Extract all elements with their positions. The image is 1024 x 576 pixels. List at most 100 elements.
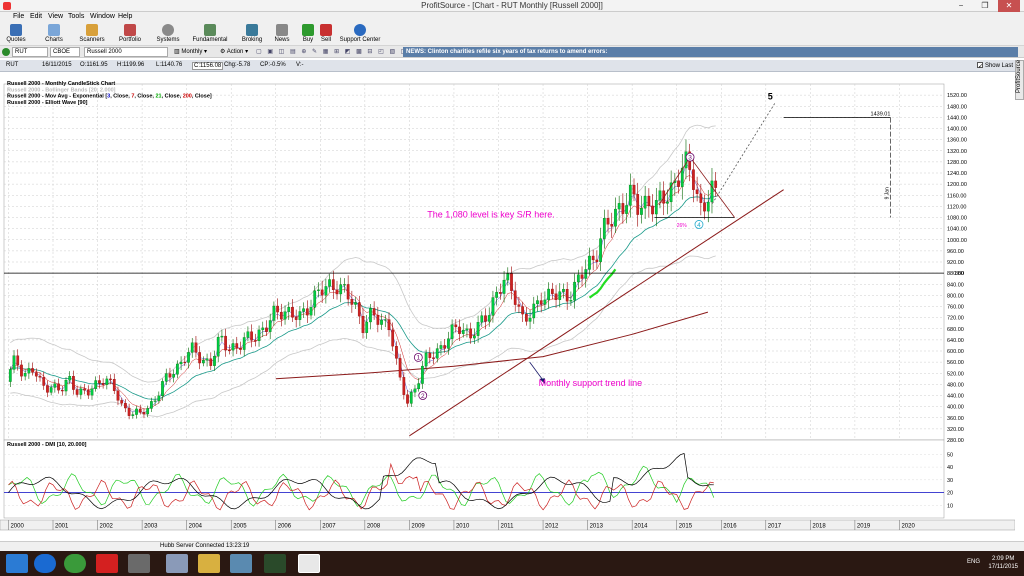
candle-body [276, 305, 279, 313]
app-icon-4[interactable] [230, 554, 252, 573]
security-name-field[interactable]: Russell 2000 [84, 47, 168, 57]
scanners-button[interactable]: Scanners [78, 22, 106, 46]
candle-body [12, 355, 16, 370]
sell-button[interactable]: Sell [318, 22, 334, 46]
news-icon [276, 24, 288, 36]
candle-body [569, 299, 573, 302]
candle-body [573, 281, 576, 301]
candle-body [49, 387, 53, 393]
candle-body [591, 255, 595, 261]
candle-body [562, 289, 565, 292]
candle-body [580, 274, 584, 279]
close-button[interactable]: ✕ [998, 0, 1020, 12]
support-center-button[interactable]: Support Center [338, 22, 382, 46]
k-app-icon[interactable] [96, 554, 118, 573]
candle-body [98, 380, 101, 384]
fundamental-button[interactable]: Fundamental [192, 22, 228, 46]
candle-body [331, 279, 335, 291]
candle-body [643, 195, 647, 209]
dmi-title: Russell 2000 - DMI [10, 20.000] [7, 442, 87, 448]
menu-window[interactable]: Window [90, 13, 115, 20]
app-icon-3[interactable] [166, 554, 188, 573]
chrome-icon[interactable] [64, 554, 86, 573]
quotes-button[interactable]: Quotes [4, 22, 28, 46]
ie-icon[interactable] [34, 554, 56, 573]
menu-view[interactable]: View [48, 13, 63, 20]
legend-entry: Russell 2000 - Monthly CandleStick Chart [7, 81, 115, 87]
candle-body [261, 327, 265, 331]
exchange-select[interactable]: CBOE [50, 47, 80, 57]
wave-label: 2 [421, 393, 425, 400]
legend-entry: Russell 2000 - Mov Avg - Exponential [3,… [7, 94, 212, 100]
profitsource-taskbar-icon[interactable] [298, 554, 320, 573]
wave-label: 5 [768, 91, 773, 101]
candle-body [502, 279, 506, 294]
candle-body [499, 292, 502, 294]
price-tick-label: 1320.00 [947, 149, 967, 155]
horizontal-line-label: 880 [955, 271, 964, 277]
candle-body [8, 369, 12, 382]
app-icon-5[interactable] [264, 554, 286, 573]
legend-param: , Close] [192, 94, 212, 100]
quote-low: L:1140.76 [156, 62, 183, 68]
menu-file[interactable]: File [13, 13, 24, 20]
candle-body [636, 194, 640, 215]
menu-tools[interactable]: Tools [68, 13, 84, 20]
candle-body [584, 269, 588, 279]
candle-body [346, 284, 350, 300]
language-indicator[interactable]: ENG [967, 559, 980, 565]
year-tick-label: 2004 [189, 524, 203, 530]
candle-body [105, 378, 109, 385]
dmi-panel-frame [3, 439, 945, 519]
candle-body [599, 238, 602, 262]
time-axis: 2000 2001 2002 2003 2004 2005 2006 2007 2008 2009… [0, 519, 1015, 531]
candle-body [647, 195, 651, 207]
menu-edit[interactable]: Edit [30, 13, 42, 20]
action-dropdown[interactable]: ⚙ Action ▾ [220, 47, 248, 57]
price-tick-label: 1120.00 [947, 204, 966, 210]
show-last-checkbox[interactable]: ✓ Show Last [976, 62, 1013, 70]
candle-body [391, 329, 395, 347]
dmi-tick-label: 50 [947, 452, 953, 458]
candle-body [142, 412, 146, 415]
start-icon[interactable] [6, 554, 28, 573]
minimize-button[interactable]: − [950, 0, 972, 12]
candle-body [524, 313, 528, 322]
side-tab[interactable]: ProfitSource [1015, 60, 1024, 100]
buy-button[interactable]: Buy [300, 22, 316, 46]
quote-symbol: RUT [6, 62, 19, 68]
quote-volume: V:- [296, 62, 304, 68]
price-tick-label: 1280.00 [947, 160, 967, 166]
chart-annotation-text: Monthly support trend line [539, 378, 643, 388]
candle-body [380, 319, 383, 325]
broking-button[interactable]: Broking [240, 22, 264, 46]
candle-body [532, 303, 536, 319]
candle-body [168, 373, 172, 378]
chart-area[interactable]: 280.00 320.00 360.00 400.00 440.00 480.00 520.… [0, 72, 1015, 541]
news-ticker[interactable]: NEWS: Clinton charities refile six years… [403, 47, 1018, 57]
clock[interactable]: 2:09 PM 17/11/2015 [988, 555, 1018, 571]
candle-body [235, 343, 239, 349]
candle-body [86, 390, 90, 396]
charts-button[interactable]: Charts [42, 22, 66, 46]
candle-body [447, 338, 450, 349]
news-button[interactable]: News [272, 22, 292, 46]
price-tick-label: 720.00 [947, 316, 964, 322]
year-tick-label: 2005 [233, 524, 247, 530]
candle-body [543, 299, 547, 305]
candle-body [53, 383, 57, 388]
candle-body [20, 364, 23, 377]
dmi-tick-label: 30 [947, 478, 953, 484]
explorer-icon[interactable] [198, 554, 220, 573]
systems-button[interactable]: Systems [155, 22, 181, 46]
candle-body [131, 414, 135, 416]
app-icon-2[interactable] [128, 554, 150, 573]
year-tick-label: 2001 [55, 524, 69, 530]
menu-help[interactable]: Help [118, 13, 132, 20]
portfolio-button[interactable]: Portfolio [116, 22, 144, 46]
symbol-input[interactable]: RUT [12, 47, 48, 57]
period-dropdown[interactable]: ▥ Monthly ▾ [174, 47, 207, 57]
candle-body [528, 317, 532, 322]
restore-button[interactable]: ❐ [974, 0, 996, 12]
candle-body [547, 288, 550, 301]
